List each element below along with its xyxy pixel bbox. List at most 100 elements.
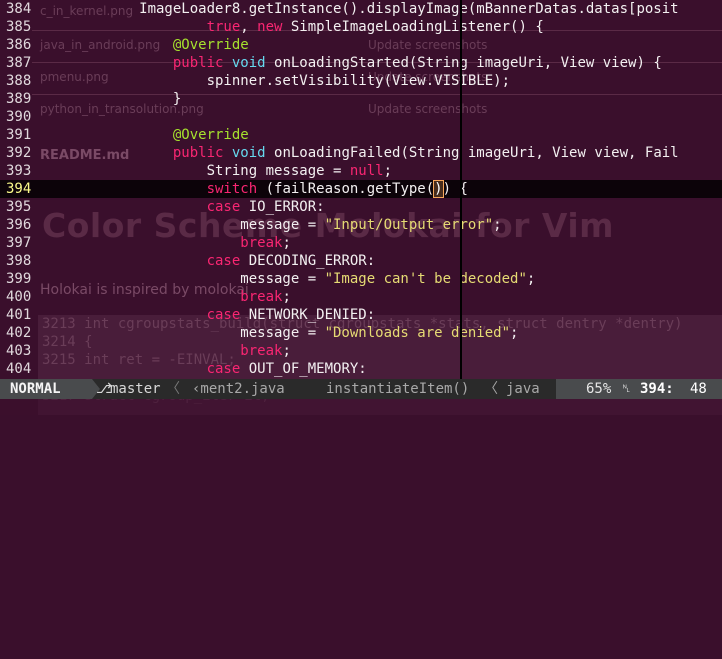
code-line[interactable]: 396 message = "Input/Output error"; — [0, 216, 722, 234]
code-line[interactable]: 391 @Override — [0, 126, 722, 144]
cursor-line: 394: — [640, 381, 674, 397]
code-token: onLoadingFailed(String imageUri, View vi… — [265, 145, 679, 161]
line-number: 394 — [6, 181, 32, 197]
code-line[interactable]: 397 break; — [0, 234, 722, 252]
code-token: public — [172, 55, 224, 71]
statusline: NORMAL ⎇ master 〈 ‹ment2.java instantiat… — [0, 379, 722, 399]
code-line[interactable]: 384 ImageLoader8.getInstance().displayIm… — [0, 0, 722, 18]
color-column-guide — [460, 0, 462, 379]
code-text[interactable]: case IO_ERROR: — [38, 198, 325, 216]
code-token: "Input/Output error" — [324, 217, 494, 233]
chevron-left-icon: 〈 — [484, 381, 498, 397]
code-text[interactable]: @Override — [38, 36, 249, 54]
code-token: case — [206, 199, 241, 215]
code-token: (failReason.getType — [257, 181, 426, 197]
code-text[interactable]: break; — [38, 234, 291, 252]
code-token: ; — [493, 217, 502, 233]
code-line[interactable]: 389 } — [0, 90, 722, 108]
code-line[interactable]: 392 public void onLoadingFailed(String i… — [0, 144, 722, 162]
code-token: ; — [282, 235, 291, 251]
code-editor[interactable]: 384 ImageLoader8.getInstance().displayIm… — [0, 0, 722, 379]
code-line[interactable]: 395 case IO_ERROR: — [0, 198, 722, 216]
code-token: NETWORK_DENIED: — [240, 307, 376, 323]
code-token: void — [231, 145, 266, 161]
line-number: 401 — [6, 307, 32, 323]
code-text[interactable]: message = "Input/Output error"; — [38, 216, 502, 234]
code-line[interactable]: 393 String message = null; — [0, 162, 722, 180]
code-token: message = — [38, 325, 325, 341]
code-line[interactable]: 398 case DECODING_ERROR: — [0, 252, 722, 270]
chevron-left-icon: 〈 — [166, 381, 180, 397]
mode-indicator: NORMAL — [0, 379, 100, 399]
code-token: ; — [383, 163, 393, 179]
matching-paren: ) — [433, 180, 444, 198]
code-token: message = — [38, 271, 325, 287]
line-number: 388 — [6, 73, 32, 89]
code-token: new — [257, 19, 283, 35]
code-line[interactable]: 385 true, new SimpleImageLoadingListener… — [0, 18, 722, 36]
line-number-icon: ␤ — [622, 382, 631, 395]
code-line[interactable]: 399 message = "Image can't be decoded"; — [0, 270, 722, 288]
code-token: case — [206, 253, 241, 269]
code-token: true — [206, 19, 241, 35]
code-token: null — [349, 163, 384, 179]
code-line[interactable]: 390 — [0, 108, 722, 126]
line-number: 404 — [6, 361, 32, 377]
code-text[interactable]: message = "Downloads are denied"; — [38, 324, 518, 342]
code-text[interactable]: true, new SimpleImageLoadingListener() { — [38, 18, 544, 36]
code-text[interactable]: ImageLoader8.getInstance().displayImage(… — [38, 0, 679, 18]
code-text[interactable]: case OUT_OF_MEMORY: — [38, 360, 367, 378]
code-token: case — [206, 307, 241, 323]
file-type: java — [506, 381, 540, 397]
code-token: "Downloads are denied" — [324, 325, 511, 341]
code-token: public — [172, 145, 224, 161]
code-token: message = — [38, 217, 325, 233]
code-text[interactable]: public void onLoadingFailed(String image… — [38, 144, 679, 162]
code-text[interactable]: } — [38, 90, 181, 108]
code-line[interactable]: 404 case OUT_OF_MEMORY: — [0, 360, 722, 378]
code-token: OUT_OF_MEMORY: — [240, 361, 367, 377]
line-number: 387 — [6, 55, 32, 71]
code-text[interactable]: case NETWORK_DENIED: — [38, 306, 376, 324]
code-line[interactable]: 402 message = "Downloads are denied"; — [0, 324, 722, 342]
code-token: @Override — [172, 37, 249, 53]
code-text[interactable]: public void onLoadingStarted(String imag… — [38, 54, 662, 72]
code-line[interactable]: 387 public void onLoadingStarted(String … — [0, 54, 722, 72]
code-token: ; — [282, 289, 291, 305]
line-number: 402 — [6, 325, 32, 341]
code-token: ( — [425, 181, 435, 197]
code-text[interactable]: String message = null; — [38, 162, 392, 180]
code-text[interactable]: break; — [38, 288, 291, 306]
code-token: IO_ERROR: — [240, 199, 325, 215]
code-text[interactable]: spinner.setVisibility(View.VISIBLE); — [38, 72, 510, 90]
line-number: 403 — [6, 343, 32, 359]
command-line[interactable] — [0, 399, 722, 415]
code-token: ImageLoader8.getInstance().displayImage(… — [38, 1, 679, 17]
current-function: instantiateItem() — [326, 381, 470, 397]
branch-name: master — [110, 381, 161, 397]
code-text[interactable]: @Override — [38, 126, 249, 144]
code-line[interactable]: 388 spinner.setVisibility(View.VISIBLE); — [0, 72, 722, 90]
line-number: 393 — [6, 163, 32, 179]
code-line[interactable]: 403 break; — [0, 342, 722, 360]
code-token: DECODING_ERROR: — [240, 253, 376, 269]
line-number: 398 — [6, 253, 32, 269]
code-text[interactable]: break; — [38, 342, 291, 360]
code-token: @Override — [172, 127, 249, 143]
code-text[interactable]: case DECODING_ERROR: — [38, 252, 376, 270]
code-line[interactable]: 401 case NETWORK_DENIED: — [0, 306, 722, 324]
code-line[interactable]: 386 @Override — [0, 36, 722, 54]
code-text[interactable]: switch (failReason.getType()) { — [38, 180, 468, 198]
line-number: 384 — [6, 1, 32, 17]
code-line[interactable]: 400 break; — [0, 288, 722, 306]
cursor-line-row[interactable]: 394 switch (failReason.getType()) { — [0, 180, 722, 198]
